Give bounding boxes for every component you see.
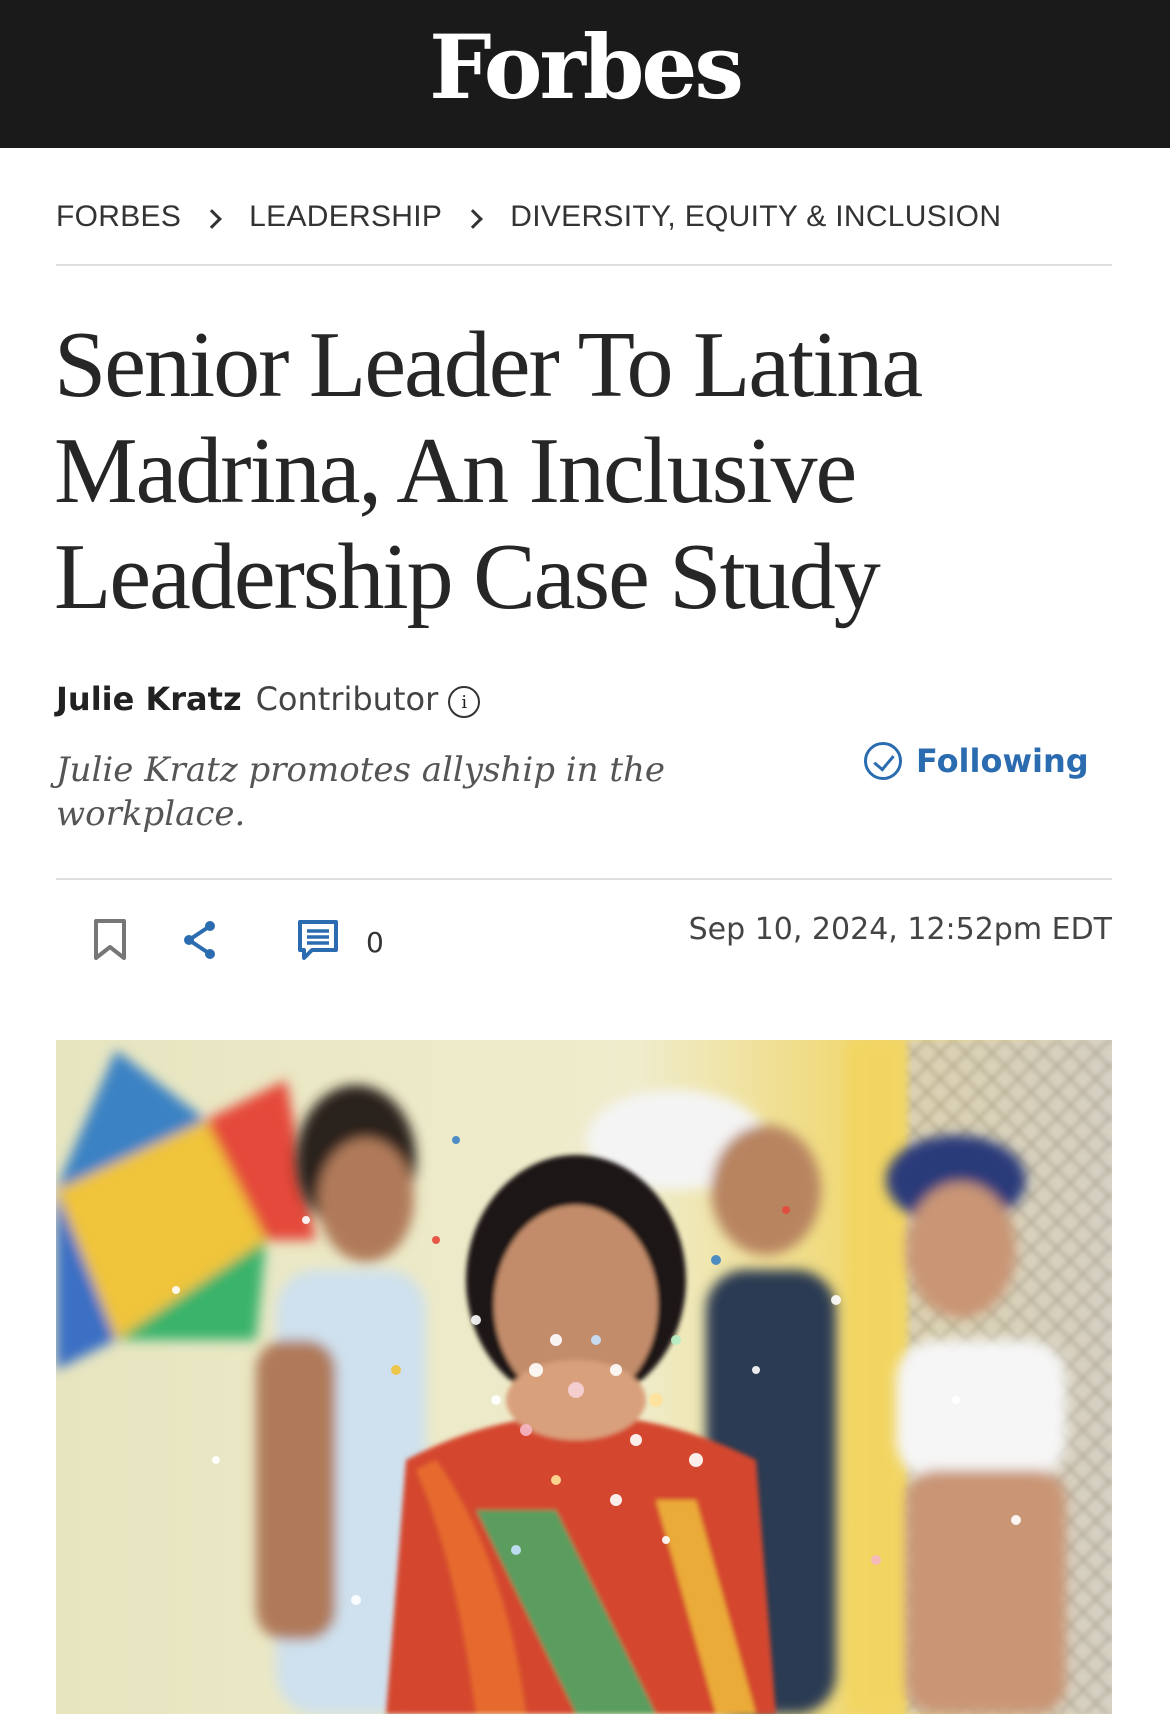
breadcrumb-leadership[interactable]: LEADERSHIP — [249, 200, 442, 234]
divider — [56, 878, 1112, 880]
share-icon[interactable] — [180, 918, 220, 967]
article-title: Senior Leader To Latina Madrina, An Incl… — [54, 313, 923, 629]
forbes-logo[interactable]: Forbes — [429, 23, 744, 111]
check-circle-icon — [864, 742, 902, 780]
comment-count[interactable]: 0 — [366, 926, 384, 959]
author-role: Contributor — [255, 680, 439, 718]
info-icon[interactable]: i — [448, 686, 481, 718]
author-bio: Julie Kratz promotes allyship in the wor… — [56, 750, 666, 834]
chevron-right-icon — [202, 209, 223, 229]
top-bar: Forbes — [0, 0, 1170, 148]
comment-icon[interactable] — [296, 918, 340, 967]
breadcrumb-dei[interactable]: DIVERSITY, EQUITY & INCLUSION — [510, 200, 1001, 234]
breadcrumb: FORBES LEADERSHIP DIVERSITY, EQUITY & IN… — [56, 200, 1112, 266]
breadcrumb-forbes[interactable]: FORBES — [56, 200, 181, 234]
following-button[interactable]: Following — [864, 742, 1089, 780]
author-byline: Julie Kratz Contributor i — [56, 680, 481, 718]
article-actions: 0 Sep 10, 2024, 12:52pm EDT — [56, 912, 1112, 972]
hero-image — [56, 1040, 1112, 1714]
author-name[interactable]: Julie Kratz — [56, 680, 242, 718]
chevron-right-icon — [463, 209, 484, 229]
following-label: Following — [916, 742, 1089, 780]
publish-timestamp: Sep 10, 2024, 12:52pm EDT — [688, 912, 1112, 947]
bookmark-icon[interactable] — [92, 918, 128, 967]
